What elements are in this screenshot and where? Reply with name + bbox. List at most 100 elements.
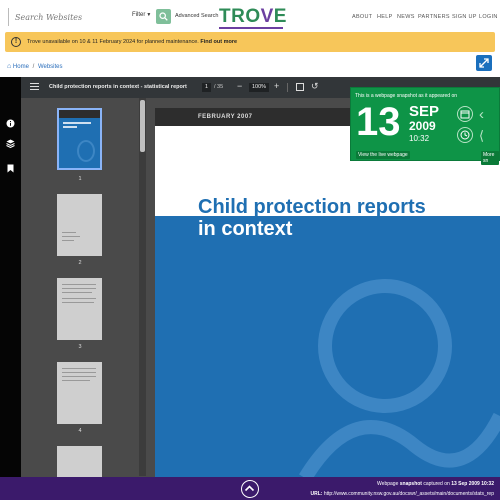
- thumb-text-line: [62, 236, 80, 237]
- pdf-page: FEBRUARY 2007 Child protection reports i…: [155, 108, 500, 478]
- snapshot-header: This is a webpage snapshot as it appeare…: [355, 93, 458, 99]
- fit-page-icon[interactable]: [296, 83, 304, 91]
- view-live-webpage-button[interactable]: View the live webpage: [356, 151, 410, 159]
- alert-message: Trove unavailable on 10 & 11 February 20…: [27, 39, 199, 45]
- thumb-text-line: [62, 372, 96, 373]
- page-title-line-2: in context: [198, 218, 293, 240]
- thumbnail-number: 1: [78, 176, 82, 182]
- thumb-graphic: [77, 140, 95, 162]
- previous-snapshot-arrow[interactable]: ‹: [479, 107, 499, 122]
- snapshot-time: 10:32: [409, 134, 430, 143]
- page-date: FEBRUARY 2007: [198, 114, 253, 120]
- thumb-text-line: [62, 302, 94, 303]
- thumb-text-line: [62, 288, 96, 289]
- nav-news[interactable]: NEWS: [397, 14, 415, 20]
- viewer-sidebar: [0, 77, 21, 500]
- scrollbar-thumb[interactable]: [140, 100, 145, 152]
- thumb-text-line: [62, 380, 90, 381]
- expand-icon: [479, 58, 489, 68]
- snapshot-year: 2009: [409, 119, 436, 133]
- thumb-text-line: [62, 240, 74, 241]
- footer-snapshot: snapshot: [399, 481, 422, 487]
- thumbnail-page-2[interactable]: [57, 194, 102, 256]
- info-circle-icon[interactable]: [6, 119, 15, 128]
- scroll-up-button[interactable]: [241, 480, 259, 498]
- nav-help[interactable]: HELP: [377, 14, 393, 20]
- footer-url-value[interactable]: http://www.community.nsw.gov.au/docswr/_…: [324, 491, 494, 497]
- nav-about[interactable]: ABOUT: [352, 14, 372, 20]
- thumbnail-scrollbar[interactable]: [139, 98, 146, 476]
- clock-button[interactable]: [457, 127, 473, 143]
- thumb-text-line: [62, 298, 96, 299]
- breadcrumb-websites[interactable]: Websites: [38, 64, 63, 70]
- trove-logo[interactable]: TROVE: [219, 6, 287, 29]
- thumbnail-number: 4: [78, 428, 82, 434]
- calendar-icon: [460, 110, 470, 119]
- breadcrumb-home[interactable]: Home: [13, 64, 29, 70]
- nav-login[interactable]: LOGIN: [479, 14, 498, 20]
- zoom-level[interactable]: 100%: [249, 83, 269, 92]
- filter-dropdown[interactable]: Filter▼: [132, 12, 151, 18]
- thumb-title-mark: [63, 122, 91, 124]
- footer-capture-date: 13 Sep 2009 10:32: [451, 481, 494, 487]
- thumb-text-line: [62, 232, 76, 233]
- find-out-more-link[interactable]: Find out more: [200, 39, 237, 45]
- bookmark-icon[interactable]: [6, 164, 15, 173]
- calendar-button[interactable]: [457, 106, 473, 122]
- thumbnail-page-1[interactable]: [57, 108, 102, 170]
- nav-sign-up[interactable]: SIGN UP: [452, 14, 477, 20]
- thumb-text-line: [62, 292, 92, 293]
- advanced-search-link[interactable]: Advanced Search: [175, 13, 218, 19]
- search-button[interactable]: [156, 9, 171, 24]
- fullscreen-button[interactable]: [476, 55, 492, 71]
- footer-url-label: URL:: [310, 491, 323, 497]
- chevron-up-icon: [244, 485, 255, 492]
- rotate-icon[interactable]: ↺: [311, 82, 319, 91]
- page-blue-block: [155, 216, 500, 478]
- search-input[interactable]: [15, 9, 125, 25]
- footer-webpage: Webpage: [377, 481, 399, 487]
- breadcrumb: ⌂ Home / Websites: [7, 63, 63, 70]
- first-snapshot-arrow[interactable]: ⟨: [479, 128, 499, 143]
- thumb-band: [59, 110, 100, 118]
- menu-icon[interactable]: [30, 83, 39, 90]
- thumb-text-line: [62, 284, 96, 285]
- more-snapshots-button[interactable]: More sn: [481, 151, 499, 165]
- decorative-shape: [299, 279, 500, 478]
- thumb-title-mark: [63, 126, 77, 128]
- thumbnail-number: 3: [78, 344, 82, 350]
- nav-partners[interactable]: PARTNERS: [418, 14, 450, 20]
- toolbar-divider: [287, 83, 288, 92]
- trove-page: Filter▼ Advanced Search TROVE ABOUT HELP…: [0, 0, 500, 500]
- zoom-out-button[interactable]: −: [237, 81, 242, 91]
- maintenance-alert: ! Trove unavailable on 10 & 11 February …: [5, 32, 495, 52]
- thumb-text-line: [62, 376, 96, 377]
- thumbnail-number: 2: [78, 260, 82, 266]
- search-icon: [159, 12, 168, 21]
- snapshot-day: 13: [356, 100, 401, 144]
- thumbnail-page-5[interactable]: [57, 446, 102, 478]
- logo-text: TROVE: [219, 6, 287, 27]
- thumbnail-page-3[interactable]: [57, 278, 102, 340]
- home-icon: ⌂: [7, 63, 12, 70]
- document-title: Child protection reports in context - st…: [49, 84, 187, 90]
- alert-text: Trove unavailable on 10 & 11 February 20…: [27, 39, 237, 45]
- zoom-in-button[interactable]: +: [274, 81, 279, 91]
- site-header: Filter▼ Advanced Search TROVE ABOUT HELP…: [0, 0, 500, 32]
- footer-url: URL: http://www.community.nsw.gov.au/doc…: [310, 491, 494, 497]
- snapshot-panel: This is a webpage snapshot as it appeare…: [350, 87, 500, 165]
- filter-label: Filter: [132, 12, 146, 18]
- info-icon: !: [11, 37, 21, 47]
- page-number-input[interactable]: 1: [202, 83, 211, 92]
- breadcrumb-separator: /: [32, 64, 35, 70]
- logo-underline: [219, 27, 283, 29]
- footer-capture-info: Webpage snapshot captured on 13 Sep 2009…: [377, 481, 494, 487]
- footer-captured-on: captured on: [423, 481, 450, 487]
- page-total: / 35: [214, 84, 224, 90]
- thumbnail-page-4[interactable]: [57, 362, 102, 424]
- thumb-text-line: [62, 368, 96, 369]
- thumbnail-panel: 1 2 3 4: [21, 98, 147, 478]
- layers-icon[interactable]: [6, 139, 15, 148]
- snapshot-month: SEP: [409, 103, 440, 120]
- page-title-line-1: Child protection reports: [198, 196, 426, 218]
